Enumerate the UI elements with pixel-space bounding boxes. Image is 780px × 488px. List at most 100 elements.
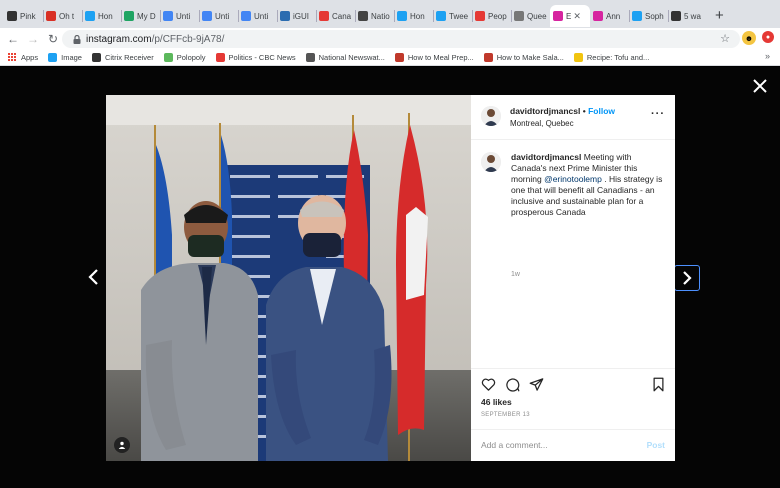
caption-username[interactable]: davidtordjmancsl bbox=[511, 152, 581, 162]
bookmark-item[interactable]: Apps bbox=[8, 53, 38, 62]
bookmark-label: Polopoly bbox=[176, 53, 206, 62]
forward-button[interactable]: → bbox=[23, 32, 43, 46]
browser-tab[interactable]: Ann bbox=[590, 5, 629, 27]
tab-title: Peop bbox=[488, 11, 507, 21]
bookmark-item[interactable]: How to Meal Prep... bbox=[394, 53, 474, 62]
new-tab-button[interactable]: + bbox=[715, 7, 724, 24]
extension-face-icon[interactable]: ☻ bbox=[742, 31, 756, 45]
bookmark-label: How to Make Sala... bbox=[496, 53, 564, 62]
apps-grid-icon bbox=[8, 53, 17, 62]
tab-title: E bbox=[566, 11, 572, 21]
more-options-icon[interactable]: ··· bbox=[651, 108, 665, 120]
bookmarks-overflow-button[interactable]: » bbox=[765, 51, 770, 61]
tab-strip: Pink Oh t Hon My D Unti Unti Unti iGUI Cana Natio… bbox=[0, 0, 780, 28]
browser-tab[interactable]: E ✕ bbox=[550, 5, 590, 27]
likes-count[interactable]: 46 likes bbox=[481, 397, 512, 407]
national-icon bbox=[358, 11, 368, 21]
post-photo[interactable] bbox=[106, 95, 471, 461]
browser-tab[interactable]: Hon bbox=[82, 5, 121, 27]
igui-icon bbox=[280, 11, 290, 21]
tagged-user-icon[interactable] bbox=[114, 437, 130, 453]
post-side-panel: davidtordjmancsl • Follow Montreal, Queb… bbox=[471, 95, 675, 461]
twitter-icon bbox=[632, 11, 642, 21]
browser-tab[interactable]: Twee bbox=[433, 5, 472, 27]
twitter-icon bbox=[48, 53, 58, 62]
browser-tab[interactable]: Quee bbox=[511, 5, 550, 27]
browser-tab[interactable]: Unti bbox=[160, 5, 199, 27]
browser-tab[interactable]: My D bbox=[121, 5, 160, 27]
back-button[interactable]: ← bbox=[3, 32, 23, 46]
caption-mention-link[interactable]: @erinotoolemp bbox=[544, 174, 602, 184]
bookmark-site-icon bbox=[394, 53, 404, 62]
extension-red-icon[interactable]: ● bbox=[762, 31, 774, 43]
comment-input[interactable]: Add a comment... bbox=[481, 440, 548, 450]
close-icon[interactable] bbox=[752, 78, 768, 94]
bookmark-item[interactable]: Citrix Receiver bbox=[91, 53, 154, 62]
chevron-left-icon[interactable] bbox=[86, 268, 100, 286]
bookmark-label: Apps bbox=[21, 53, 39, 62]
tab-close-icon[interactable]: ✕ bbox=[573, 11, 581, 22]
browser-tab[interactable]: 5 wa bbox=[668, 5, 707, 27]
bookmark-item[interactable]: National Newswat... bbox=[305, 53, 385, 62]
post-location[interactable]: Montreal, Quebec bbox=[510, 119, 574, 128]
gmail-icon bbox=[46, 11, 56, 21]
address-bar[interactable]: instagram.com/p/CFFcb-9jA78/ ☆ bbox=[62, 30, 740, 48]
browser-tab[interactable]: Unti bbox=[199, 5, 238, 27]
caption-avatar[interactable] bbox=[481, 152, 501, 172]
docs-icon bbox=[163, 11, 173, 21]
browser-tab[interactable]: iGUI bbox=[277, 5, 316, 27]
post-caption: davidtordjmancsl Meeting with Canada's n… bbox=[511, 152, 667, 218]
bookmark-item[interactable]: Politics - CBC News bbox=[215, 53, 296, 62]
book-icon bbox=[671, 11, 681, 21]
bookmark-label: Politics - CBC News bbox=[228, 53, 296, 62]
browser-tab[interactable]: Cana bbox=[316, 5, 355, 27]
bookmark-site-icon bbox=[483, 53, 493, 62]
save-bookmark-icon[interactable] bbox=[651, 377, 666, 392]
bookmark-label: Citrix Receiver bbox=[104, 53, 154, 62]
browser-tab[interactable]: Peop bbox=[472, 5, 511, 27]
bookmark-item[interactable]: Image bbox=[48, 53, 82, 62]
heart-icon[interactable] bbox=[481, 377, 496, 392]
bookmark-item[interactable]: Polopoly bbox=[163, 53, 206, 62]
national-icon bbox=[305, 53, 315, 62]
recipe-icon bbox=[573, 53, 583, 62]
tab-title: Hon bbox=[98, 11, 113, 21]
person-icon bbox=[7, 11, 17, 21]
polopoly-icon bbox=[163, 53, 173, 62]
tab-title: 5 wa bbox=[684, 11, 701, 21]
tab-title: Soph bbox=[645, 11, 664, 21]
comment-bar: Add a comment... Post bbox=[471, 429, 675, 461]
reload-button[interactable]: ↻ bbox=[43, 32, 63, 46]
browser-tab[interactable]: Soph bbox=[629, 5, 668, 27]
comment-icon[interactable] bbox=[505, 377, 520, 392]
instagram-icon bbox=[553, 11, 563, 21]
lock-icon bbox=[72, 34, 82, 44]
tab-title: Pink bbox=[20, 11, 36, 21]
twitter-icon bbox=[85, 11, 95, 21]
bookmark-label: Recipe: Tofu and... bbox=[586, 53, 650, 62]
next-post-button[interactable] bbox=[674, 265, 700, 291]
post-header: davidtordjmancsl • Follow Montreal, Queb… bbox=[471, 95, 675, 140]
browser-tab[interactable]: Hon bbox=[394, 5, 433, 27]
tab-title: Quee bbox=[527, 11, 547, 21]
url-path: /p/CFFcb-9jA78/ bbox=[151, 33, 225, 45]
browser-toolbar: ← → ↻ instagram.com/p/CFFcb-9jA78/ ☆ bbox=[0, 28, 780, 50]
cbc-icon bbox=[319, 11, 329, 21]
browser-tab[interactable]: Oh t bbox=[43, 5, 82, 27]
tab-title: Cana bbox=[332, 11, 352, 21]
bookmark-item[interactable]: Recipe: Tofu and... bbox=[573, 53, 650, 62]
bookmark-item[interactable]: How to Make Sala... bbox=[483, 53, 564, 62]
twitter-icon bbox=[436, 11, 446, 21]
bookmark-star-icon[interactable]: ☆ bbox=[720, 32, 730, 45]
browser-tab[interactable]: Pink bbox=[4, 5, 43, 27]
tab-title: Hon bbox=[410, 11, 425, 21]
share-icon[interactable] bbox=[529, 377, 544, 392]
post-comment-button[interactable]: Post bbox=[647, 440, 665, 450]
post-username[interactable]: davidtordjmancsl bbox=[510, 106, 580, 116]
follow-button[interactable]: Follow bbox=[588, 106, 615, 116]
avatar[interactable] bbox=[481, 106, 501, 126]
browser-tab[interactable]: Unti bbox=[238, 5, 277, 27]
tab-title: Ann bbox=[606, 11, 621, 21]
browser-tab[interactable]: Natio bbox=[355, 5, 394, 27]
chevron-right-icon bbox=[683, 271, 692, 285]
